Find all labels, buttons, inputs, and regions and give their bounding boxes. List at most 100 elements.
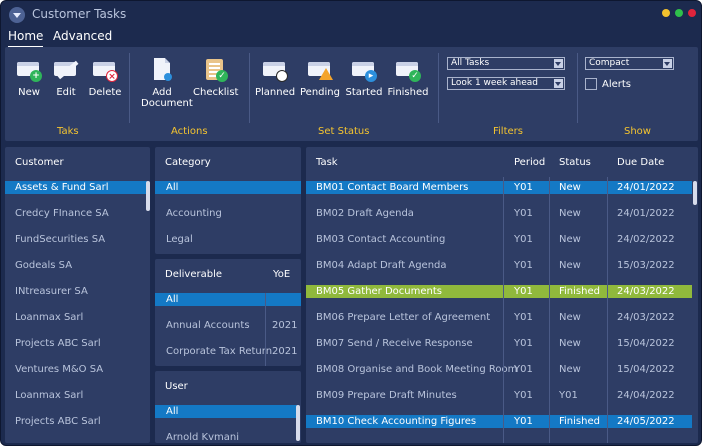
task-grid-scrollbar[interactable]: [693, 181, 697, 205]
new-button[interactable]: + New: [14, 57, 44, 98]
customer-name: Credcy FInance SA: [15, 208, 109, 219]
task-name: BM04 Adapt Draft Agenda: [316, 260, 447, 271]
title-bar: Customer Tasks: [1, 1, 701, 27]
task-period: Y01: [514, 416, 533, 427]
task-due-date: 24/01/2022: [617, 182, 675, 193]
table-row[interactable]: BM04 Adapt Draft Agenda Y01 New 15/03/20…: [306, 259, 692, 272]
table-row[interactable]: BM06 Prepare Letter of Agreement Y01 New…: [306, 311, 692, 324]
list-item[interactable]: Arnold Kvmani: [155, 431, 297, 443]
clock-icon: [276, 70, 288, 82]
list-item[interactable]: Projects ABC Sarl: [5, 337, 147, 350]
task-column-header[interactable]: Task: [316, 157, 338, 168]
list-item[interactable]: All: [155, 405, 297, 418]
close-button[interactable]: [688, 9, 696, 17]
deliverable-name: Annual Accounts: [166, 320, 250, 331]
minimize-button[interactable]: [662, 9, 670, 17]
app-logo-icon[interactable]: [9, 7, 25, 23]
column-divider: [607, 177, 608, 443]
ribbon-separator: [129, 53, 130, 123]
deliverable-header: Deliverable: [165, 269, 222, 280]
add-document-button[interactable]: Add Document: [135, 57, 193, 109]
period-column-header[interactable]: Period: [514, 157, 545, 168]
check-icon: ✓: [409, 70, 421, 82]
customer-scrollbar[interactable]: [146, 181, 150, 211]
task-period: Y01: [514, 390, 533, 401]
task-due-date: 24/05/2022: [617, 416, 675, 427]
table-row[interactable]: Annual Accounts 2021: [155, 319, 301, 332]
user-header: User: [165, 381, 188, 392]
chevron-down-icon[interactable]: [663, 59, 672, 68]
maximize-button[interactable]: [675, 9, 683, 17]
alerts-label: Alerts: [602, 79, 632, 90]
task-period: Y01: [514, 364, 533, 375]
play-icon: ▸: [365, 70, 377, 82]
table-row[interactable]: BM01 Contact Board Members Y01 New 24/01…: [306, 181, 692, 194]
category-panel: Category All Accounting Legal: [155, 147, 301, 254]
task-status: New: [559, 312, 581, 323]
list-item[interactable]: Legal: [155, 233, 301, 246]
task-due-date: 15/03/2022: [617, 260, 675, 271]
new-button-label: New: [18, 87, 40, 98]
view-mode-select[interactable]: Compact: [585, 57, 674, 70]
group-label-tasks: Taks: [57, 126, 79, 137]
status-column-header[interactable]: Status: [559, 157, 591, 168]
list-item[interactable]: Assets & Fund Sarl: [5, 181, 147, 194]
group-label-set-status: Set Status: [318, 126, 370, 137]
chevron-down-icon[interactable]: [554, 59, 563, 68]
task-status: New: [559, 182, 581, 193]
list-item[interactable]: Ventures M&O SA: [5, 363, 147, 376]
list-item[interactable]: All: [155, 181, 301, 194]
list-item[interactable]: Accounting: [155, 207, 301, 220]
table-row[interactable]: BM10 Check Accounting Figures Y01 Finish…: [306, 415, 692, 428]
check-icon: ✓: [216, 70, 228, 82]
list-item[interactable]: INtreasurer SA: [5, 285, 147, 298]
list-item[interactable]: Projects ABC Sarl: [5, 415, 147, 428]
warning-icon: [319, 68, 333, 80]
user-name: Arnold Kvmani: [166, 432, 239, 443]
list-item[interactable]: Loanmax Sarl: [5, 389, 147, 402]
list-item[interactable]: FundSecurities SA: [5, 233, 147, 246]
table-row[interactable]: BM02 Draft Agenda Y01 New 24/01/2022: [306, 207, 692, 220]
task-status: Finished: [559, 286, 600, 297]
task-due-date: 24/01/2022: [617, 208, 675, 219]
list-item[interactable]: Godeals SA: [5, 259, 147, 272]
table-row[interactable]: BM07 Send / Receive Response Y01 New 15/…: [306, 337, 692, 350]
yoe-header: YoE: [273, 269, 291, 280]
user-scrollbar[interactable]: [296, 405, 300, 441]
tab-home[interactable]: Home: [8, 29, 44, 48]
table-row[interactable]: BM03 Contact Accounting Y01 New 24/02/20…: [306, 233, 692, 246]
checklist-button[interactable]: ✓ Checklist: [193, 57, 238, 98]
range-filter-select[interactable]: Look 1 week ahead: [447, 77, 565, 90]
alerts-checkbox[interactable]: [585, 78, 597, 90]
finished-button[interactable]: ✓ Finished: [387, 57, 429, 98]
chevron-down-icon[interactable]: [554, 79, 563, 88]
deliverable-name: Corporate Tax Return: [166, 346, 273, 357]
deliverable-yoe: 2021: [272, 346, 298, 357]
edit-button[interactable]: Edit: [51, 57, 81, 98]
due-date-column-header[interactable]: Due Date: [617, 157, 664, 168]
task-period: Y01: [514, 182, 533, 193]
list-item[interactable]: Loanmax Sarl: [5, 311, 147, 324]
table-row[interactable]: BM08 Organise and Book Meeting Room Y01 …: [306, 363, 692, 376]
tab-advanced[interactable]: Advanced: [53, 29, 112, 43]
customer-name: Assets & Fund Sarl: [15, 182, 109, 193]
table-row[interactable]: All: [155, 293, 301, 306]
list-item[interactable]: Credcy FInance SA: [5, 207, 147, 220]
task-status: Finished: [559, 416, 600, 427]
table-row[interactable]: BM09 Prepare Draft Minutes Y01 Y01 24/04…: [306, 389, 692, 402]
pending-button[interactable]: Pending: [299, 57, 341, 98]
task-due-date: 15/04/2022: [617, 338, 675, 349]
planned-button-label: Planned: [255, 87, 296, 98]
planned-button[interactable]: Planned: [255, 57, 295, 98]
task-grid: Task Period Status Due Date BM01 Contact…: [306, 147, 698, 443]
table-row[interactable]: Corporate Tax Return 2021: [155, 345, 301, 358]
task-name: BM09 Prepare Draft Minutes: [316, 390, 457, 401]
task-filter-select[interactable]: All Tasks: [447, 57, 565, 70]
delete-button[interactable]: × Delete: [87, 57, 123, 98]
task-name: BM05 Gather Documents: [316, 286, 442, 297]
started-button[interactable]: ▸ Started: [345, 57, 383, 98]
plus-icon: +: [30, 70, 42, 82]
table-row[interactable]: BM05 Gather Documents Y01 Finished 24/03…: [306, 285, 692, 298]
deliverable-panel: Deliverable YoE All Annual Accounts 2021…: [155, 259, 301, 366]
task-due-date: 24/03/2022: [617, 312, 675, 323]
